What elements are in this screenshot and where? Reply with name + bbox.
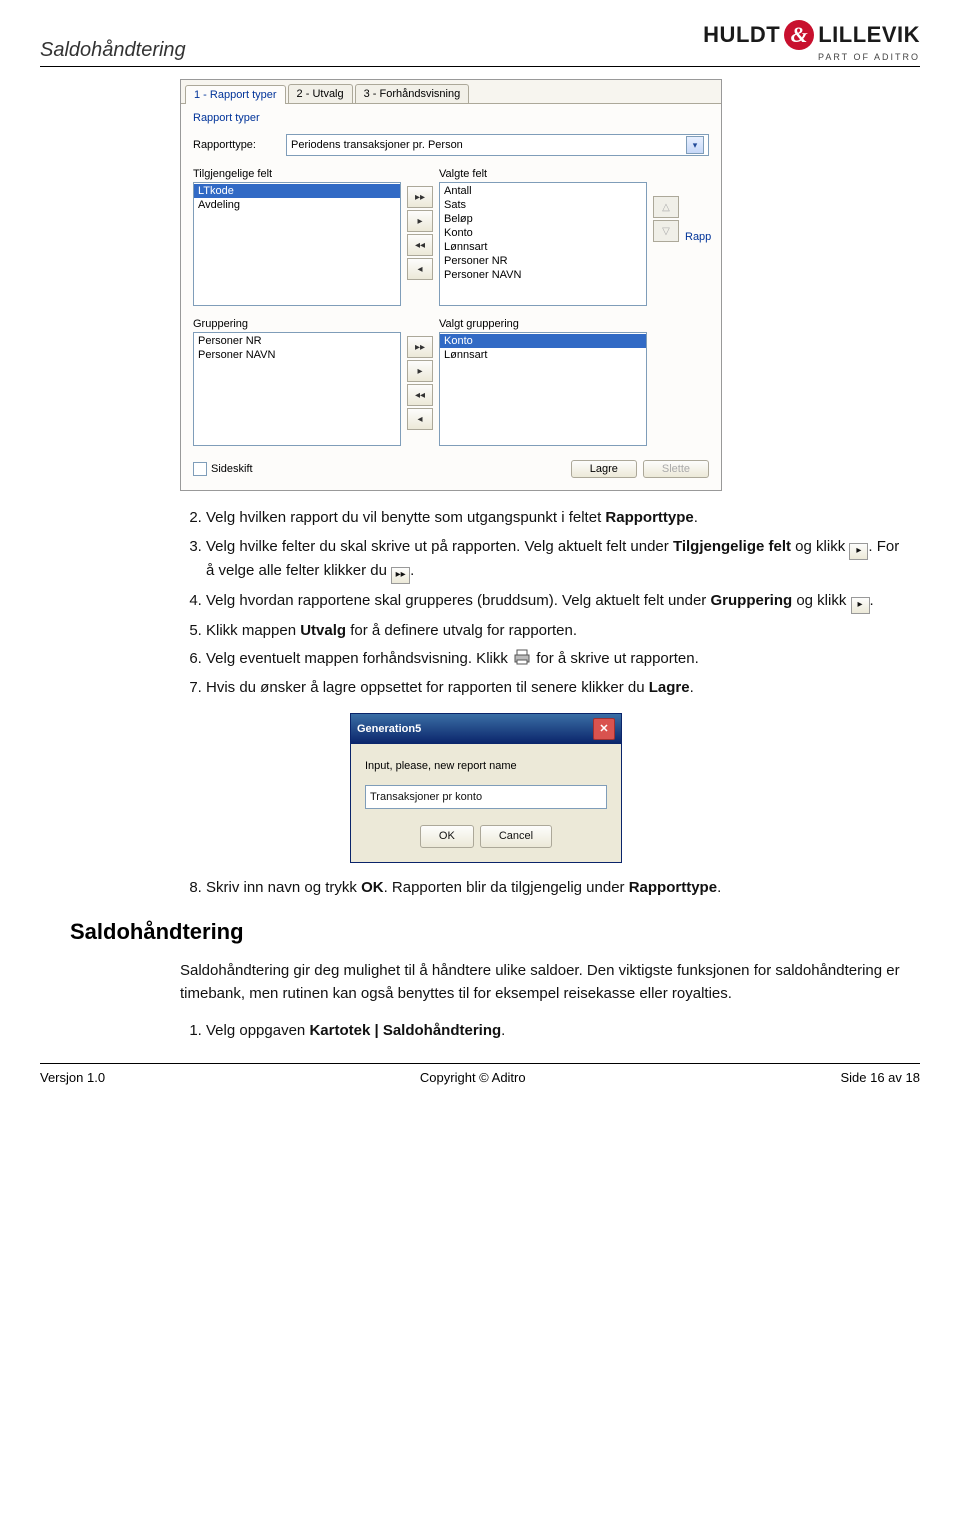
grouping-label: Gruppering bbox=[193, 318, 401, 330]
step-4: Velg hvordan rapportene skal grupperes (… bbox=[206, 590, 900, 614]
sideskift-label: Sideskift bbox=[211, 463, 253, 475]
tab-rapport-typer[interactable]: 1 - Rapport typer bbox=[185, 85, 286, 104]
list-item[interactable]: Personer NR bbox=[194, 334, 400, 348]
available-fields-label: Tilgjengelige felt bbox=[193, 168, 401, 180]
checkbox-icon bbox=[193, 462, 207, 476]
grouping-selected-label: Valgt gruppering bbox=[439, 318, 647, 330]
group-move-all-left-button[interactable]: ◂◂ bbox=[407, 384, 433, 406]
group-move-all-right-button[interactable]: ▸▸ bbox=[407, 336, 433, 358]
brand-subtitle: PART OF ADITRO bbox=[703, 52, 920, 62]
tab-utvalg[interactable]: 2 - Utvalg bbox=[288, 84, 353, 103]
selected-fields-label: Valgte felt bbox=[439, 168, 647, 180]
selected-fields-list[interactable]: Antall Sats Beløp Konto Lønnsart Persone… bbox=[439, 182, 647, 306]
dialog-titlebar: Generation5 ✕ bbox=[351, 714, 621, 744]
available-fields-list[interactable]: LTkode Avdeling bbox=[193, 182, 401, 306]
tab-forhandsvisning[interactable]: 3 - Forhåndsvisning bbox=[355, 84, 470, 103]
list-item[interactable]: Lønnsart bbox=[440, 240, 646, 254]
rapport-window: 1 - Rapport typer 2 - Utvalg 3 - Forhånd… bbox=[180, 79, 722, 491]
list-item[interactable]: Personer NAVN bbox=[440, 268, 646, 282]
group-move-right-button[interactable]: ▸ bbox=[407, 360, 433, 382]
step-2: Velg hvilken rapport du vil benytte som … bbox=[206, 507, 900, 530]
move-right-button[interactable]: ▸ bbox=[407, 210, 433, 232]
list-item[interactable]: Personer NR bbox=[440, 254, 646, 268]
rapporttype-select[interactable]: Periodens transaksjoner pr. Person ▾ bbox=[286, 134, 709, 156]
list-item[interactable]: LTkode bbox=[194, 184, 400, 198]
list-item[interactable]: Konto bbox=[440, 226, 646, 240]
page-header: Saldohåndtering HULDT & LILLEVIK PART OF… bbox=[40, 20, 920, 67]
double-arrow-right-icon: ▸▸ bbox=[391, 567, 410, 584]
list-item[interactable]: Antall bbox=[440, 184, 646, 198]
move-left-button[interactable]: ◂ bbox=[407, 258, 433, 280]
dialog-input[interactable]: Transaksjoner pr konto bbox=[365, 785, 607, 810]
arrow-right-icon: ▸ bbox=[851, 597, 870, 614]
brand-ampersand-icon: & bbox=[784, 20, 814, 50]
instructions: Velg hvilken rapport du vil benytte som … bbox=[180, 507, 900, 899]
footer-version: Versjon 1.0 bbox=[40, 1070, 105, 1085]
brand-right: LILLEVIK bbox=[818, 22, 920, 48]
save-dialog: Generation5 ✕ Input, please, new report … bbox=[350, 713, 622, 863]
step-7: Hvis du ønsker å lagre oppsettet for rap… bbox=[206, 677, 900, 700]
rapport-hint: Rapp bbox=[685, 168, 709, 306]
dialog-title: Generation5 bbox=[357, 721, 421, 738]
chevron-down-icon: ▾ bbox=[686, 136, 704, 154]
page-title: Saldohåndtering bbox=[40, 39, 186, 62]
group-move-left-button[interactable]: ◂ bbox=[407, 408, 433, 430]
footer-page: Side 16 av 18 bbox=[840, 1070, 920, 1085]
tabbar: 1 - Rapport typer 2 - Utvalg 3 - Forhånd… bbox=[181, 80, 721, 104]
rapporttype-label: Rapporttype: bbox=[193, 139, 256, 151]
footer-copyright: Copyright © Aditro bbox=[420, 1070, 526, 1085]
dialog-label: Input, please, new report name bbox=[365, 758, 607, 775]
move-all-left-button[interactable]: ◂◂ bbox=[407, 234, 433, 256]
list-item[interactable]: Beløp bbox=[440, 212, 646, 226]
save-button[interactable]: Lagre bbox=[571, 460, 637, 478]
brand: HULDT & LILLEVIK PART OF ADITRO bbox=[703, 20, 920, 62]
brand-left: HULDT bbox=[703, 22, 780, 48]
print-icon bbox=[512, 648, 532, 666]
grouping-available-list[interactable]: Personer NR Personer NAVN bbox=[193, 332, 401, 446]
step-3: Velg hvilke felter du skal skrive ut på … bbox=[206, 536, 900, 584]
list-item[interactable]: Avdeling bbox=[194, 198, 400, 212]
move-down-button[interactable]: ▽ bbox=[653, 220, 679, 242]
step-5: Klikk mappen Utvalg for å definere utval… bbox=[206, 620, 900, 643]
list-item[interactable]: Sats bbox=[440, 198, 646, 212]
step-6: Velg eventuelt mappen forhåndsvisning. K… bbox=[206, 648, 900, 671]
delete-button[interactable]: Slette bbox=[643, 460, 709, 478]
grouping-selected-list[interactable]: Konto Lønnsart bbox=[439, 332, 647, 446]
close-icon[interactable]: ✕ bbox=[593, 718, 615, 740]
section-heading: Saldohåndtering bbox=[70, 919, 920, 945]
move-all-right-button[interactable]: ▸▸ bbox=[407, 186, 433, 208]
step-menu: Velg oppgaven Kartotek | Saldohåndtering… bbox=[206, 1020, 900, 1043]
list-item[interactable]: Personer NAVN bbox=[194, 348, 400, 362]
arrow-right-icon: ▸ bbox=[849, 543, 868, 560]
list-item[interactable]: Konto bbox=[440, 334, 646, 348]
panel-section-label: Rapport typer bbox=[193, 112, 709, 124]
page-footer: Versjon 1.0 Copyright © Aditro Side 16 a… bbox=[40, 1063, 920, 1085]
dialog-ok-button[interactable]: OK bbox=[420, 825, 474, 848]
sideskift-checkbox[interactable]: Sideskift bbox=[193, 462, 253, 476]
dialog-cancel-button[interactable]: Cancel bbox=[480, 825, 552, 848]
move-up-button[interactable]: △ bbox=[653, 196, 679, 218]
list-item[interactable]: Lønnsart bbox=[440, 348, 646, 362]
section-paragraph: Saldohåndtering gir deg mulighet til å h… bbox=[180, 960, 900, 1005]
step-8: Skriv inn navn og trykk OK. Rapporten bl… bbox=[206, 877, 900, 900]
rapporttype-value: Periodens transaksjoner pr. Person bbox=[291, 139, 463, 151]
